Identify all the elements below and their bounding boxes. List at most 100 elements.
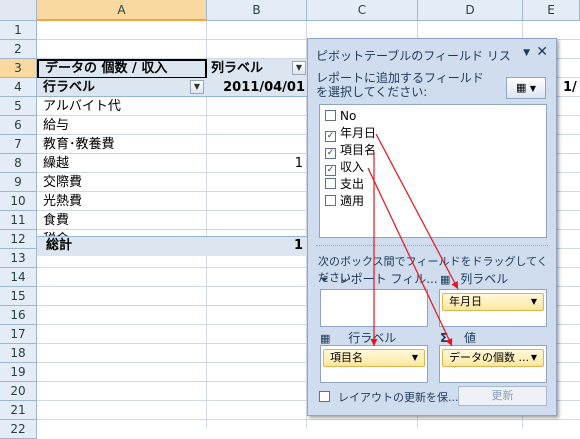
- row-header[interactable]: 5: [0, 97, 37, 116]
- row-field-chip[interactable]: 項目名 ▼: [323, 349, 425, 367]
- field-item-no[interactable]: No: [325, 108, 356, 124]
- row-item[interactable]: 繰越: [43, 154, 203, 173]
- row-labels-drop-area[interactable]: 項目名 ▼: [320, 345, 428, 383]
- row-header[interactable]: 13: [0, 249, 37, 268]
- field-checkbox[interactable]: [325, 110, 336, 121]
- field-checkbox[interactable]: [325, 178, 336, 189]
- row-header[interactable]: 6: [0, 116, 37, 135]
- table-icon: ▦: [440, 273, 451, 286]
- field-checkbox[interactable]: ✓: [325, 148, 336, 159]
- filter-icon: ⏷: [320, 273, 329, 286]
- date-header-cell[interactable]: 2011/04/01: [207, 78, 307, 97]
- report-filter-area-label: ⏷ レポート フィル...: [320, 270, 438, 287]
- pane-separator: [316, 245, 548, 249]
- chip-label: データの個数 ...: [449, 351, 529, 364]
- row-header[interactable]: 9: [0, 173, 37, 192]
- grand-total-label[interactable]: 総計: [46, 236, 196, 255]
- update-button[interactable]: 更新: [458, 386, 547, 406]
- row-item[interactable]: 光熱費: [43, 192, 203, 211]
- chevron-down-icon[interactable]: ▼: [531, 294, 537, 310]
- column-header-d[interactable]: D: [418, 0, 523, 21]
- row-header[interactable]: 20: [0, 382, 37, 401]
- value-cell[interactable]: 1: [207, 154, 303, 173]
- field-select-instruction: レポートに追加するフィールドを選択してください:: [316, 71, 484, 99]
- report-filter-drop-area[interactable]: [320, 289, 428, 327]
- values-field-chip[interactable]: データの個数 ... ▼: [442, 349, 544, 367]
- field-checkbox[interactable]: ✓: [325, 131, 336, 142]
- field-list: No ✓ 年月日 ✓ 項目名 ✓ 収入 支出 適用: [319, 104, 547, 238]
- row-labels-text: 行ラベル: [43, 80, 96, 95]
- row-header[interactable]: 1: [0, 21, 37, 40]
- field-item-date[interactable]: ✓ 年月日: [325, 125, 377, 142]
- field-name: 適用: [340, 194, 365, 208]
- column-labels-text: 列ラベル: [211, 61, 264, 76]
- row-item[interactable]: 給与: [43, 116, 203, 135]
- column-header-b[interactable]: B: [207, 0, 307, 21]
- column-labels-filter-button[interactable]: ▼: [292, 61, 306, 75]
- pane-title: ピボットテーブルのフィールド リス: [316, 49, 511, 63]
- report-filter-text: レポート フィル...: [338, 272, 438, 286]
- pivot-field-list-pane: ピボットテーブルのフィールド リス ▼ ✕ レポートに追加するフィールドを選択し…: [307, 38, 557, 416]
- field-item-expense[interactable]: 支出: [325, 176, 364, 192]
- column-header-c[interactable]: C: [307, 0, 418, 21]
- column-labels-drop-area[interactable]: 年月日 ▼: [439, 289, 547, 327]
- field-item-income[interactable]: ✓ 収入: [325, 159, 365, 176]
- row-header[interactable]: 18: [0, 344, 37, 363]
- row-labels-cell[interactable]: 行ラベル: [37, 78, 207, 97]
- field-list-layout-button[interactable]: ▦ ▼: [506, 77, 546, 99]
- defer-layout-update[interactable]: レイアウトの更新を保...: [319, 389, 459, 405]
- row-header[interactable]: 11: [0, 211, 37, 230]
- field-name: 年月日: [340, 126, 377, 140]
- row-header[interactable]: 3: [0, 59, 37, 78]
- field-name: 収入: [340, 160, 365, 174]
- row-header[interactable]: 16: [0, 306, 37, 325]
- column-labels-area-label: ▦ 列ラベル: [440, 270, 508, 287]
- date-header-cell-partial[interactable]: 1/: [557, 78, 580, 97]
- chevron-down-icon[interactable]: ▼: [531, 350, 537, 366]
- column-header-e[interactable]: E: [523, 0, 580, 21]
- field-name: 支出: [340, 177, 365, 191]
- column-field-chip[interactable]: 年月日 ▼: [442, 293, 544, 311]
- field-item-item-name[interactable]: ✓ 項目名: [325, 142, 376, 159]
- chip-label: 項目名: [330, 351, 363, 364]
- row-header[interactable]: 15: [0, 287, 37, 306]
- row-header[interactable]: 17: [0, 325, 37, 344]
- row-header[interactable]: 14: [0, 268, 37, 287]
- row-labels-area-text: 行ラベル: [348, 331, 397, 345]
- row-header[interactable]: 2: [0, 40, 37, 59]
- row-header[interactable]: 21: [0, 401, 37, 420]
- table-icon: ▦: [320, 332, 331, 345]
- row-header[interactable]: 4: [0, 78, 37, 97]
- field-name: No: [340, 109, 357, 123]
- column-header-a[interactable]: A: [37, 0, 207, 21]
- values-drop-area[interactable]: データの個数 ... ▼: [439, 345, 547, 383]
- row-labels-filter-button[interactable]: ▼: [190, 80, 204, 94]
- pivot-data-field-cell[interactable]: データの 個数 / 収入: [37, 59, 207, 79]
- row-labels-area-label: ▦ 行ラベル: [320, 329, 396, 346]
- row-item[interactable]: 食費: [43, 211, 203, 230]
- select-all-corner[interactable]: [0, 0, 37, 21]
- pane-options-arrow-icon[interactable]: ▼: [523, 48, 530, 58]
- column-labels-area-text: 列ラベル: [460, 272, 509, 286]
- row-header[interactable]: 10: [0, 192, 37, 211]
- field-checkbox[interactable]: [325, 195, 336, 206]
- chip-label: 年月日: [449, 295, 482, 308]
- values-area-text: 値: [464, 331, 477, 345]
- row-item[interactable]: 交際費: [43, 173, 203, 192]
- defer-checkbox[interactable]: [319, 391, 330, 402]
- sigma-icon: Σ: [440, 331, 449, 345]
- close-icon[interactable]: ✕: [536, 44, 548, 60]
- field-item-note[interactable]: 適用: [325, 193, 364, 209]
- row-header[interactable]: 22: [0, 420, 37, 439]
- defer-label: レイアウトの更新を保...: [338, 391, 459, 404]
- grand-total-value[interactable]: 1: [207, 236, 303, 255]
- chevron-down-icon: ▼: [529, 84, 537, 93]
- chevron-down-icon[interactable]: ▼: [412, 350, 418, 366]
- row-header[interactable]: 8: [0, 154, 37, 173]
- field-checkbox[interactable]: ✓: [325, 165, 336, 176]
- row-item[interactable]: アルバイト代: [43, 97, 203, 116]
- row-header[interactable]: 7: [0, 135, 37, 154]
- row-header[interactable]: 12: [0, 230, 37, 249]
- row-header[interactable]: 19: [0, 363, 37, 382]
- row-item[interactable]: 教育･教養費: [43, 135, 203, 154]
